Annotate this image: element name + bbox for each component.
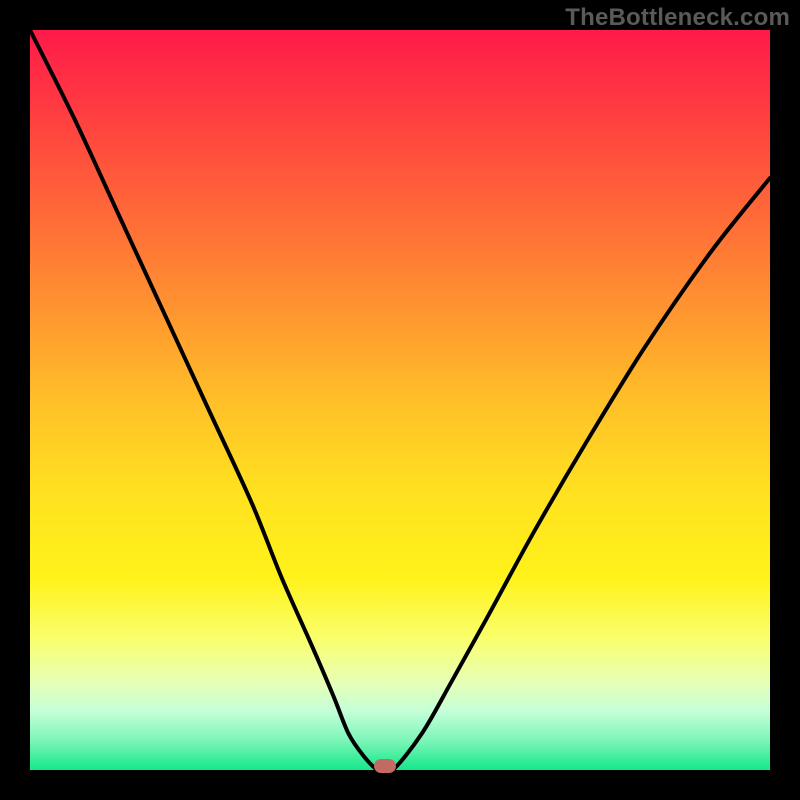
chart-frame: TheBottleneck.com (0, 0, 800, 800)
optimum-marker (374, 759, 396, 773)
curve-svg (30, 30, 770, 770)
watermark-text: TheBottleneck.com (565, 4, 790, 32)
bottleneck-curve-path (30, 30, 770, 770)
plot-area (30, 30, 770, 770)
